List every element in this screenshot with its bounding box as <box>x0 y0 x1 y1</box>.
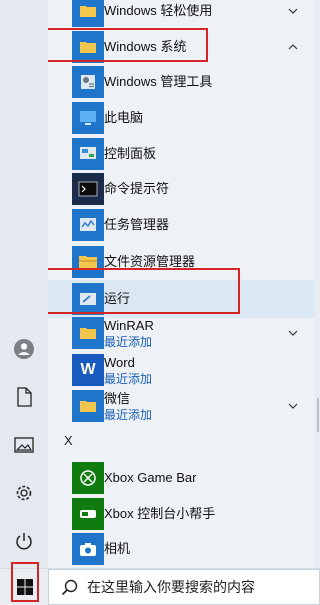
search-box[interactable]: 在这里输入你要搜索的内容 <box>48 569 320 605</box>
list-item-admin-tools[interactable]: Windows 管理工具 <box>48 65 314 99</box>
highlight-box-run <box>48 268 240 314</box>
item-label: Xbox Game Bar <box>104 470 197 485</box>
power-icon[interactable] <box>9 526 39 556</box>
list-item-xbox-console[interactable]: Xbox 控制台小帮手 <box>48 497 314 531</box>
folder-icon <box>72 317 104 349</box>
recently-added-label: 最近添加 <box>104 335 153 349</box>
item-label: 控制面板 <box>104 146 157 161</box>
taskbar: 在这里输入你要搜索的内容 <box>0 562 320 605</box>
item-label: Xbox 控制台小帮手 <box>104 506 216 521</box>
xbox-icon <box>72 462 104 494</box>
scrollbar-thumb[interactable] <box>317 398 319 432</box>
item-label: WinRAR <box>104 318 154 333</box>
item-label: 相机 <box>104 541 131 556</box>
word-tile-letter: W <box>80 361 96 378</box>
item-label: 任务管理器 <box>104 217 170 232</box>
control-panel-icon <box>72 138 104 170</box>
settings-icon[interactable] <box>9 478 39 508</box>
folder-icon <box>72 390 104 422</box>
highlight-box-windows-system <box>48 28 208 62</box>
list-item-cmd[interactable]: 命令提示符 <box>48 172 314 206</box>
chevron-up-icon <box>288 44 298 50</box>
list-item-task-manager[interactable]: 任务管理器 <box>48 208 314 242</box>
chevron-down-icon <box>288 330 298 336</box>
computer-icon <box>72 102 104 134</box>
chevron-down-icon <box>288 8 298 14</box>
list-item-windows-ease[interactable]: Windows 轻松使用 <box>48 0 314 28</box>
search-placeholder: 在这里输入你要搜索的内容 <box>87 579 255 595</box>
list-item-winrar[interactable]: WinRAR 最近添加 <box>48 316 314 350</box>
list-item-this-pc[interactable]: 此电脑 <box>48 101 314 135</box>
app-list: Windows 轻松使用 Windows 系统 Windows 管理工具 此电脑… <box>48 0 314 568</box>
list-item-xbox-game-bar[interactable]: Xbox Game Bar <box>48 461 314 495</box>
item-label: Windows 管理工具 <box>104 74 213 89</box>
user-icon[interactable] <box>9 334 39 364</box>
cmd-icon <box>72 173 104 205</box>
item-label: Word <box>104 355 135 370</box>
word-icon: W <box>72 354 104 386</box>
list-item-word[interactable]: W Word 最近添加 <box>48 353 314 387</box>
recently-added-label: 最近添加 <box>104 408 153 422</box>
admin-tools-icon <box>72 66 104 98</box>
picture-icon[interactable] <box>9 430 39 460</box>
item-label: 此电脑 <box>104 110 144 125</box>
folder-icon <box>72 0 104 27</box>
start-rail <box>0 0 48 568</box>
highlight-box-start <box>11 562 39 602</box>
section-letter-x[interactable]: X <box>64 433 73 448</box>
recently-added-label: 最近添加 <box>104 372 153 386</box>
xbox-console-icon <box>72 498 104 530</box>
task-manager-icon <box>72 209 104 241</box>
list-item-camera[interactable]: 相机 <box>48 532 314 566</box>
list-item-control-panel[interactable]: 控制面板 <box>48 137 314 171</box>
item-label: 命令提示符 <box>104 181 170 196</box>
item-label: 微信 <box>104 391 131 406</box>
scrollbar[interactable] <box>316 0 320 568</box>
camera-icon <box>72 533 104 565</box>
item-label: Windows 轻松使用 <box>104 3 213 18</box>
chevron-down-icon <box>288 403 298 409</box>
list-item-wechat[interactable]: 微信 最近添加 <box>48 389 314 423</box>
document-icon[interactable] <box>9 382 39 412</box>
search-icon <box>61 579 78 596</box>
